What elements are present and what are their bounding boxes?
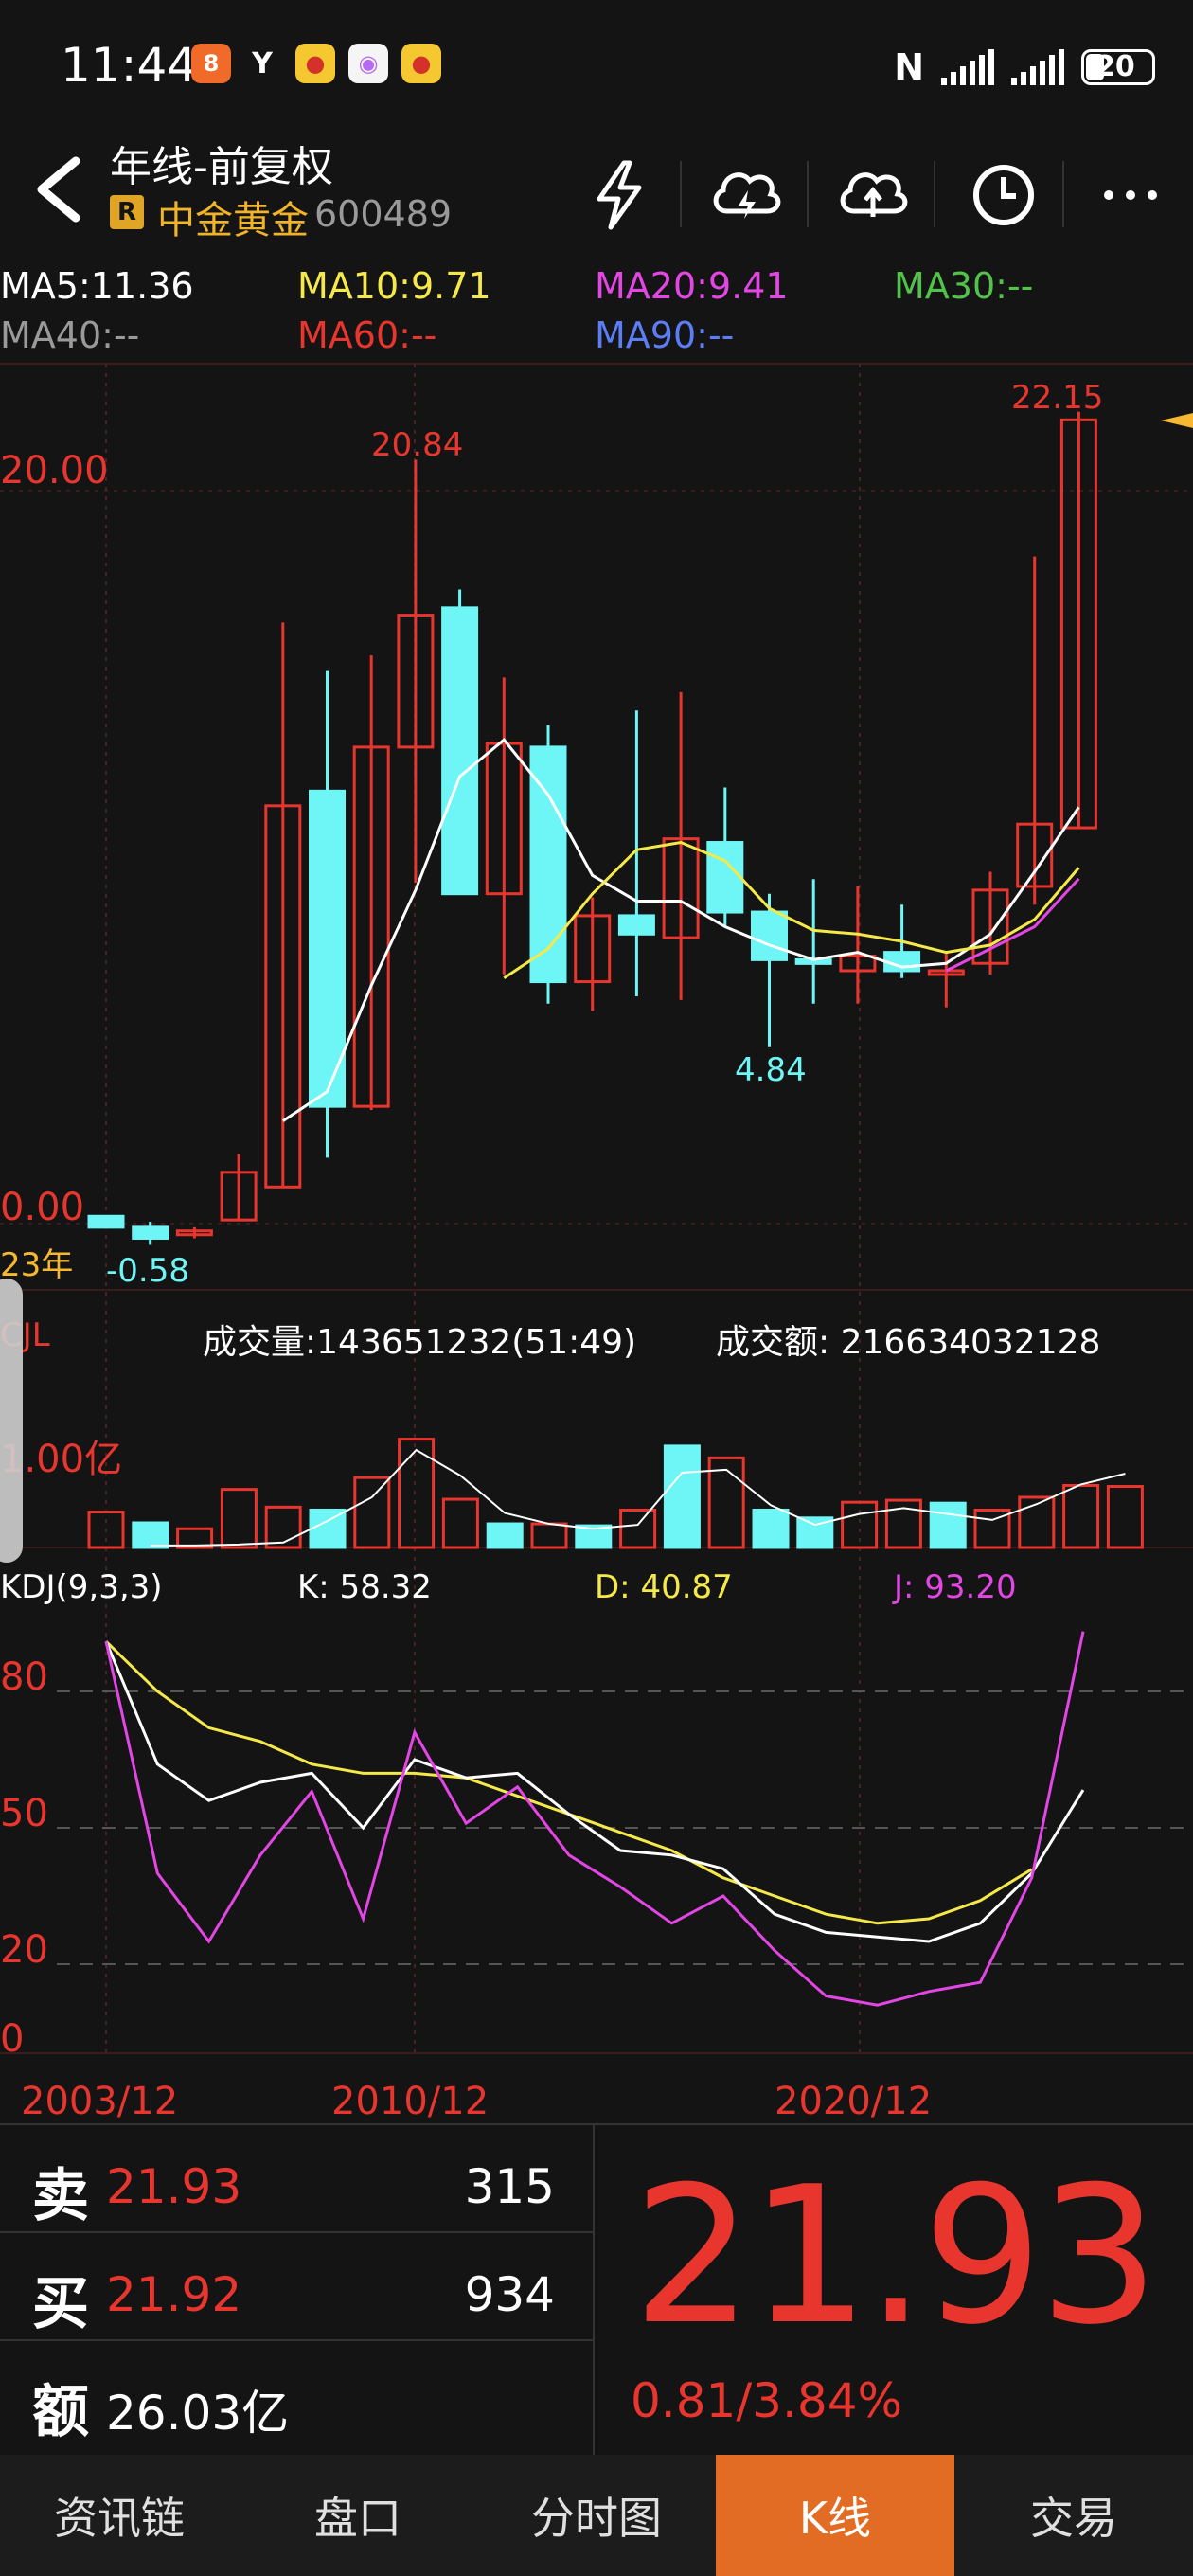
current-price-marker	[1161, 413, 1193, 428]
kdj-d-label: D: 40.87	[595, 1568, 733, 1606]
candle	[751, 910, 788, 961]
amount-row: 额 26.03亿	[0, 2341, 593, 2447]
volume-bar	[264, 1505, 302, 1549]
ask-row[interactable]: 卖 21.93 315	[0, 2125, 593, 2233]
candle	[706, 841, 744, 914]
chart-grid	[0, 363, 1193, 2054]
kdj-j-line	[104, 1631, 1085, 2007]
kdj-lines	[57, 1631, 1193, 2007]
volume-bar	[752, 1508, 790, 1549]
volume-bar	[663, 1444, 701, 1549]
ma10-line	[503, 840, 1080, 979]
volume-bar	[441, 1497, 479, 1549]
ask-price: 21.93	[106, 2159, 242, 2214]
x-tick-2020: 2020/12	[775, 2080, 933, 2123]
candle	[309, 789, 346, 1108]
volume-bar	[398, 1438, 436, 1549]
kdj-k-label: K: 58.32	[297, 1568, 432, 1606]
candles	[87, 411, 1097, 1245]
tab-trade[interactable]: 交易	[954, 2455, 1193, 2576]
x-tick-2010: 2010/12	[331, 2080, 490, 2123]
volume-bar	[220, 1488, 258, 1549]
volume-bars	[87, 1438, 1144, 1549]
x-tick-2003: 2003/12	[21, 2080, 179, 2123]
volume-bar	[929, 1501, 967, 1549]
bid-row[interactable]: 买 21.92 934	[0, 2233, 593, 2341]
volume-bar	[619, 1508, 657, 1549]
candle	[87, 1214, 125, 1229]
volume-bar	[309, 1508, 347, 1549]
kdj-tick-50: 50	[0, 1792, 48, 1835]
volume-bar	[530, 1522, 568, 1549]
candle	[441, 606, 479, 896]
kdj-title: KDJ(9,3,3)	[0, 1568, 163, 1606]
volume-bar	[1106, 1485, 1144, 1549]
amount-value: 成交额: 216634032128	[716, 1323, 1101, 1362]
volume-bar	[353, 1476, 391, 1549]
last-price: 21.93	[632, 2146, 1160, 2367]
tab-kline[interactable]: K线	[716, 2455, 954, 2576]
candle	[617, 914, 655, 936]
ask-label: 卖	[32, 2163, 89, 2229]
tab-order-book[interactable]: 盘口	[239, 2455, 477, 2576]
bid-label: 买	[32, 2271, 89, 2337]
volume-ma-line	[150, 1448, 1126, 1547]
volume-bar	[486, 1522, 524, 1549]
price-tick-0: 0.00	[0, 1186, 85, 1229]
quote-panel: 卖 21.93 315 买 21.92 934 额 26.03亿 21.93 0…	[0, 2123, 1193, 2457]
volume-bar	[132, 1521, 169, 1549]
annotation-high: 20.84	[371, 426, 464, 464]
tab-news-chain[interactable]: 资讯链	[0, 2455, 239, 2576]
volume-bar	[1062, 1483, 1100, 1549]
kdj-tick-80: 80	[0, 1655, 48, 1699]
bottom-tab-bar: 资讯链 盘口 分时图 K线 交易	[0, 2455, 1193, 2576]
bid-price: 21.92	[106, 2267, 242, 2322]
kdj-k-line	[104, 1640, 1085, 1943]
annotation-start-low: -0.58	[106, 1252, 189, 1290]
ask-volume: 315	[464, 2159, 555, 2214]
price-change: 0.81/3.84%	[631, 2373, 903, 2428]
price-tick-20: 20.00	[0, 449, 109, 492]
side-drawer-handle[interactable]	[0, 1279, 23, 1563]
kdj-tick-20: 20	[0, 1928, 48, 1972]
annotation-last-high: 22.15	[1011, 379, 1104, 417]
annotation-low: 4.84	[735, 1051, 807, 1089]
turnover-amount: 26.03亿	[106, 2386, 290, 2441]
volume-value: 成交量:143651232(51:49)	[203, 1323, 637, 1362]
tab-intraday[interactable]: 分时图	[477, 2455, 716, 2576]
kline-chart[interactable]	[0, 0, 1193, 2121]
bid-volume: 934	[464, 2267, 555, 2322]
kdj-tick-0: 0	[0, 2017, 25, 2061]
kdj-j-label: J: 93.20	[894, 1568, 1017, 1606]
candle	[132, 1225, 169, 1240]
amount-label: 额	[32, 2379, 89, 2445]
